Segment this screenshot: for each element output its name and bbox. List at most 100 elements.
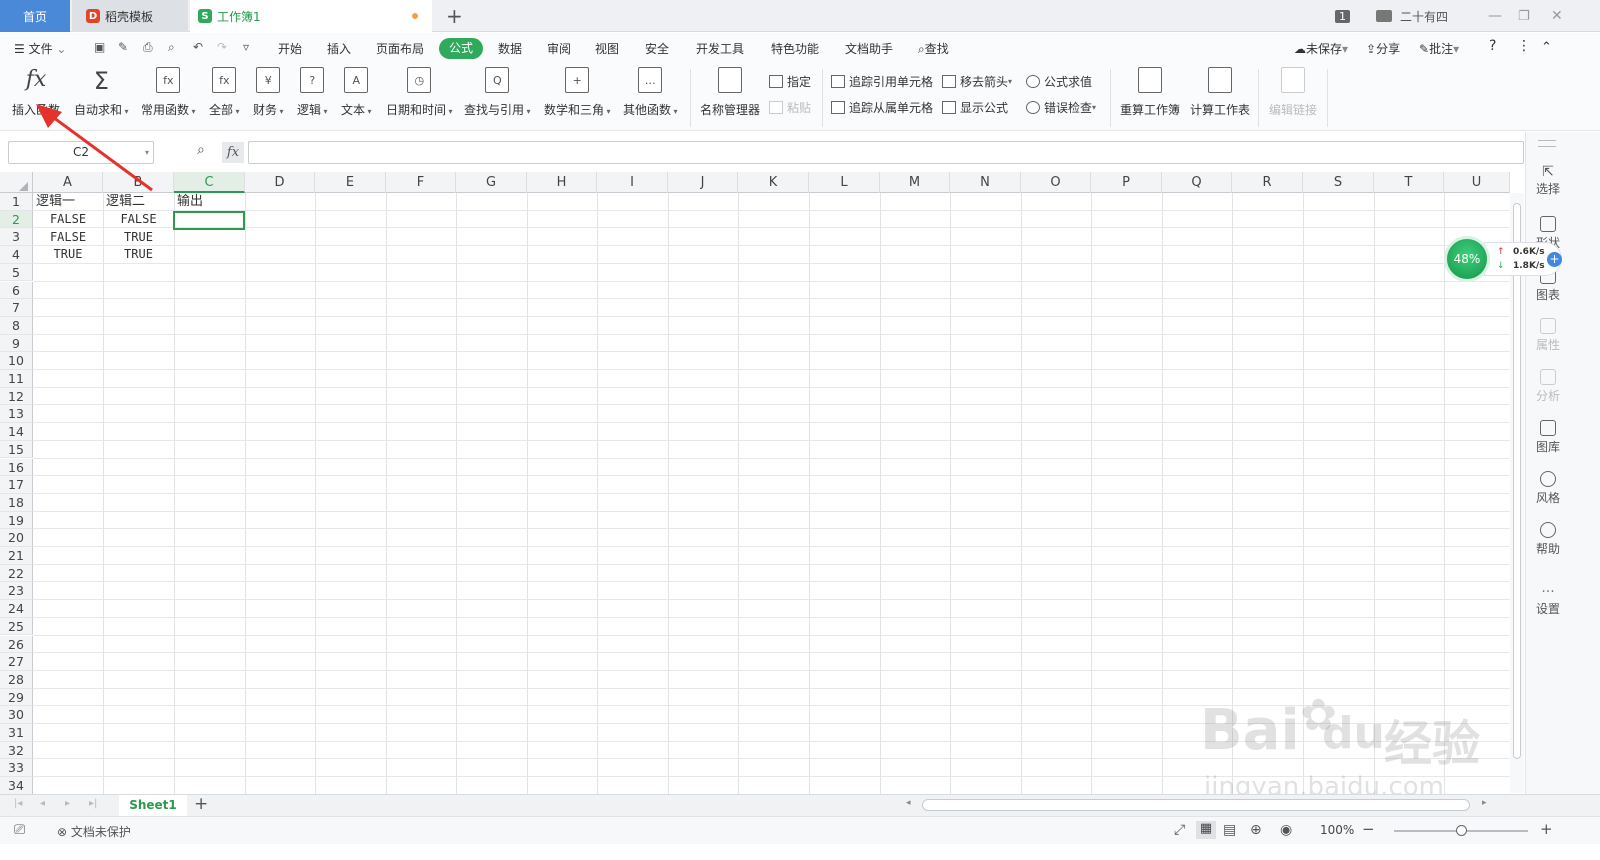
normal-view-icon[interactable]: ▦ — [1196, 821, 1216, 839]
first-sheet-icon[interactable]: |◂ — [14, 798, 22, 809]
row-header-5[interactable]: 5 — [0, 263, 33, 282]
row-header-28[interactable]: 28 — [0, 670, 33, 689]
row-header-25[interactable]: 25 — [0, 617, 33, 636]
row-header-11[interactable]: 11 — [0, 370, 33, 388]
row-header-2[interactable]: 2 — [0, 210, 33, 229]
cell-A2[interactable]: FALSE — [33, 211, 103, 229]
row-header-22[interactable]: 22 — [0, 564, 33, 583]
redo-icon[interactable]: ↷ — [217, 40, 227, 54]
minimize-button[interactable]: — — [1488, 0, 1502, 32]
menu-review[interactable]: 审阅 — [547, 40, 571, 57]
vertical-scrollbar[interactable] — [1510, 193, 1524, 793]
menu-page-layout[interactable]: 页面布局 — [376, 40, 424, 57]
page-layout-view-icon[interactable]: ⊕ — [1250, 822, 1262, 838]
fullscreen-icon[interactable]: ⤢ — [1174, 822, 1185, 838]
avatar[interactable] — [1376, 10, 1392, 22]
row-header-3[interactable]: 3 — [0, 228, 33, 247]
customize-dropdown-icon[interactable]: ▿ — [243, 40, 249, 54]
column-header-H[interactable]: H — [527, 172, 597, 193]
row-header-26[interactable]: 26 — [0, 635, 33, 654]
column-header-M[interactable]: M — [880, 172, 950, 193]
help-icon[interactable]: ? — [1489, 38, 1496, 54]
horizontal-scroll-thumb[interactable] — [922, 799, 1470, 811]
restore-button[interactable]: ❐ — [1518, 0, 1530, 32]
menu-features[interactable]: 特色功能 — [771, 40, 819, 57]
add-sheet-button[interactable]: + — [194, 794, 208, 814]
row-header-23[interactable]: 23 — [0, 582, 33, 601]
next-sheet-icon[interactable]: ▸ — [65, 798, 70, 809]
sidebar-style[interactable]: 风格 — [1526, 471, 1570, 506]
column-header-N[interactable]: N — [950, 172, 1021, 193]
user-name[interactable]: 二十有四 — [1400, 8, 1448, 25]
column-header-Q[interactable]: Q — [1162, 172, 1232, 193]
column-header-C[interactable]: C — [174, 172, 245, 193]
menu-developer[interactable]: 开发工具 — [696, 40, 744, 57]
column-header-T[interactable]: T — [1374, 172, 1444, 193]
all-functions-button[interactable]: fx 全部 ▾ — [209, 67, 240, 118]
column-header-G[interactable]: G — [456, 172, 527, 193]
column-header-I[interactable]: I — [597, 172, 668, 193]
zoom-in-button[interactable]: + — [1540, 820, 1553, 838]
menu-start[interactable]: 开始 — [278, 40, 302, 57]
macro-record-icon[interactable]: ⎚ — [14, 822, 25, 838]
zoom-slider-handle[interactable] — [1456, 825, 1467, 836]
row-header-9[interactable]: 9 — [0, 334, 33, 353]
vertical-scroll-thumb[interactable] — [1513, 203, 1521, 759]
sidebar-select[interactable]: ⇱ 选择 — [1526, 164, 1570, 197]
last-sheet-icon[interactable]: ▸| — [89, 798, 97, 809]
column-header-J[interactable]: J — [668, 172, 738, 193]
zoom-formula-icon[interactable]: ⌕ — [197, 142, 205, 158]
date-time-button[interactable]: ◷ 日期和时间 ▾ — [386, 67, 453, 118]
error-check-button[interactable]: 错误检查 ▾ — [1026, 99, 1096, 116]
zoom-level[interactable]: 100% — [1320, 823, 1354, 837]
math-trig-button[interactable]: + 数学和三角 ▾ — [544, 67, 611, 118]
fx-button[interactable]: fx — [222, 142, 244, 163]
column-header-F[interactable]: F — [386, 172, 456, 193]
select-all-corner[interactable] — [0, 172, 33, 193]
menu-find[interactable]: ⌕查找 — [918, 40, 949, 57]
column-header-S[interactable]: S — [1303, 172, 1374, 193]
sidebar-settings[interactable]: ··· 设置 — [1526, 584, 1570, 617]
menu-data[interactable]: 数据 — [498, 40, 522, 57]
selected-cell-C2[interactable] — [173, 211, 245, 230]
share-button[interactable]: ⇪分享 — [1366, 40, 1400, 57]
assign-name-button[interactable]: 指定 — [769, 73, 811, 90]
plus-icon[interactable]: + — [1547, 252, 1562, 267]
row-header-16[interactable]: 16 — [0, 458, 33, 477]
unsaved-status[interactable]: ☁未保存▾ — [1294, 40, 1348, 57]
row-header-21[interactable]: 21 — [0, 547, 33, 565]
row-header-17[interactable]: 17 — [0, 476, 33, 494]
print-icon[interactable]: ⎙ — [143, 40, 153, 55]
lookup-reference-button[interactable]: Q 查找与引用 ▾ — [464, 67, 531, 118]
row-header-12[interactable]: 12 — [0, 387, 33, 406]
sidebar-analysis[interactable]: 分析 — [1526, 369, 1570, 404]
row-header-13[interactable]: 13 — [0, 405, 33, 424]
column-header-P[interactable]: P — [1091, 172, 1162, 193]
scroll-right-icon[interactable]: ▸ — [1482, 798, 1487, 808]
cell-A3[interactable]: FALSE — [33, 229, 103, 247]
row-header-32[interactable]: 32 — [0, 741, 33, 760]
formula-input[interactable] — [248, 141, 1524, 164]
column-header-O[interactable]: O — [1021, 172, 1091, 193]
row-header-34[interactable]: 34 — [0, 777, 33, 794]
tab-workbook[interactable]: S 工作簿1 — [190, 0, 432, 32]
name-manager-button[interactable]: 名称管理器 — [700, 67, 760, 118]
cell-B3[interactable]: TRUE — [103, 229, 174, 247]
save-icon[interactable]: ▣ — [94, 40, 105, 54]
sheet-tab-sheet1[interactable]: Sheet1 — [119, 795, 187, 816]
cell-B2[interactable]: FALSE — [103, 211, 174, 229]
format-painter-icon[interactable]: ✎ — [118, 40, 128, 54]
new-tab-button[interactable]: + — [446, 4, 463, 28]
horizontal-scrollbar[interactable]: ◂ ▸ — [906, 798, 1496, 813]
menu-insert[interactable]: 插入 — [327, 40, 351, 57]
cell-A4[interactable]: TRUE — [33, 246, 103, 264]
comment-button[interactable]: ✎批注▾ — [1419, 40, 1459, 57]
tab-home[interactable]: 首页 — [0, 0, 70, 32]
file-menu[interactable]: ☰ 文件 ⌄ — [14, 40, 66, 57]
row-header-10[interactable]: 10 — [0, 352, 33, 370]
prev-sheet-icon[interactable]: ◂ — [40, 798, 45, 809]
show-formulas-button[interactable]: 显示公式 — [942, 99, 1008, 116]
paste-name-button[interactable]: 粘贴 — [769, 99, 811, 116]
row-header-19[interactable]: 19 — [0, 511, 33, 530]
row-header-24[interactable]: 24 — [0, 600, 33, 618]
